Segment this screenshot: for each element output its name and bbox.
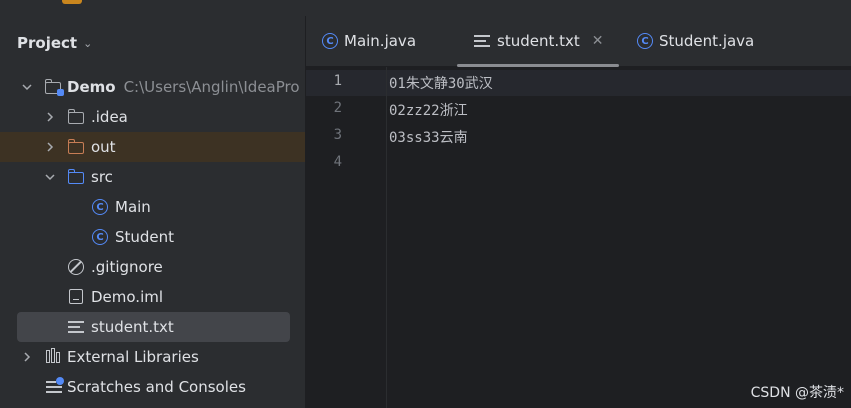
title-bar	[0, 0, 851, 17]
tab-student-java[interactable]: C Student.java	[637, 16, 754, 66]
module-folder-icon	[44, 78, 64, 96]
tree-item-label: Demo.iml	[91, 288, 164, 306]
chevron-down-icon[interactable]	[21, 81, 33, 93]
tree-item-out[interactable]: out	[0, 132, 305, 162]
code-line[interactable]: 02zz22浙江	[389, 100, 468, 120]
tree-item-label: src	[91, 168, 113, 186]
project-view-selector[interactable]: Project ⌄	[17, 33, 92, 53]
line-number: 1	[333, 73, 342, 89]
tab-label: Student.java	[659, 32, 755, 50]
tree-item-demo-iml[interactable]: Demo.iml	[0, 282, 305, 312]
tab-label: student.txt	[497, 32, 580, 50]
chevron-down-icon[interactable]	[44, 171, 56, 183]
project-panel: Project ⌄ Demo C:\Users\Anglin\IdeaPro .i…	[0, 16, 306, 408]
class-icon: C	[637, 33, 653, 49]
text-file-icon	[474, 34, 490, 48]
class-icon: C	[322, 33, 338, 49]
line-number: 2	[333, 100, 342, 116]
project-title: Project	[17, 34, 78, 52]
tree-item-label: student.txt	[91, 318, 174, 336]
tree-item-demo[interactable]: Demo C:\Users\Anglin\IdeaPro	[0, 72, 305, 102]
chevron-right-icon[interactable]	[21, 351, 33, 363]
app-logo	[62, 0, 82, 4]
chevron-right-icon[interactable]	[44, 111, 56, 123]
line-number: 4	[333, 154, 342, 170]
code-line[interactable]: 01朱文静30武汉	[389, 73, 493, 93]
watermark: CSDN @茶渍*	[750, 385, 844, 401]
folder-icon	[67, 108, 86, 126]
tree-item-label: External Libraries	[67, 348, 199, 366]
tree-item-label: out	[91, 138, 116, 156]
excluded-folder-icon	[67, 138, 86, 156]
tree-item-label: .idea	[91, 108, 128, 126]
line-number-gutter	[306, 67, 387, 408]
tab-label: Main.java	[344, 32, 417, 50]
tree-item-label: Scratches and Consoles	[67, 378, 246, 396]
tree-item-src[interactable]: src	[0, 162, 305, 192]
tree-item-label: .gitignore	[91, 258, 163, 276]
tree-item-gitignore[interactable]: .gitignore	[0, 252, 305, 282]
tree-item-label: Main	[115, 198, 151, 216]
tree-item-external-libraries[interactable]: External Libraries	[0, 342, 305, 372]
chevron-down-icon: ⌄	[83, 36, 93, 50]
tab-main-java[interactable]: C Main.java	[322, 16, 416, 66]
chevron-right-icon[interactable]	[44, 141, 56, 153]
ignore-file-icon	[67, 258, 85, 276]
tree-item-label: Student	[115, 228, 175, 246]
tree-item-idea[interactable]: .idea	[0, 102, 305, 132]
tree-item-main[interactable]: C Main	[0, 192, 305, 222]
project-path: C:\Users\Anglin\IdeaPro	[123, 78, 300, 96]
line-number: 3	[333, 127, 342, 143]
source-folder-icon	[67, 168, 86, 186]
class-icon: C	[91, 228, 109, 246]
code-line[interactable]: 03ss33云南	[389, 127, 468, 147]
class-icon: C	[91, 198, 109, 216]
close-icon[interactable]: ✕	[592, 33, 604, 49]
editor-area: C Main.java student.txt ✕ C Student.java…	[306, 16, 851, 408]
tab-student-txt[interactable]: student.txt ✕	[456, 16, 621, 67]
current-line-highlight	[306, 70, 851, 96]
libraries-icon	[45, 348, 63, 366]
scratches-icon	[45, 377, 64, 396]
tree-item-student-txt[interactable]: student.txt	[17, 312, 290, 342]
tree-item-label: Demo	[67, 78, 116, 96]
editor-tab-bar: C Main.java student.txt ✕ C Student.java	[306, 16, 851, 67]
tree-item-scratches[interactable]: Scratches and Consoles	[0, 372, 305, 402]
text-file-icon	[67, 318, 85, 336]
tree-item-student[interactable]: C Student	[0, 222, 305, 252]
iml-file-icon	[67, 288, 85, 306]
